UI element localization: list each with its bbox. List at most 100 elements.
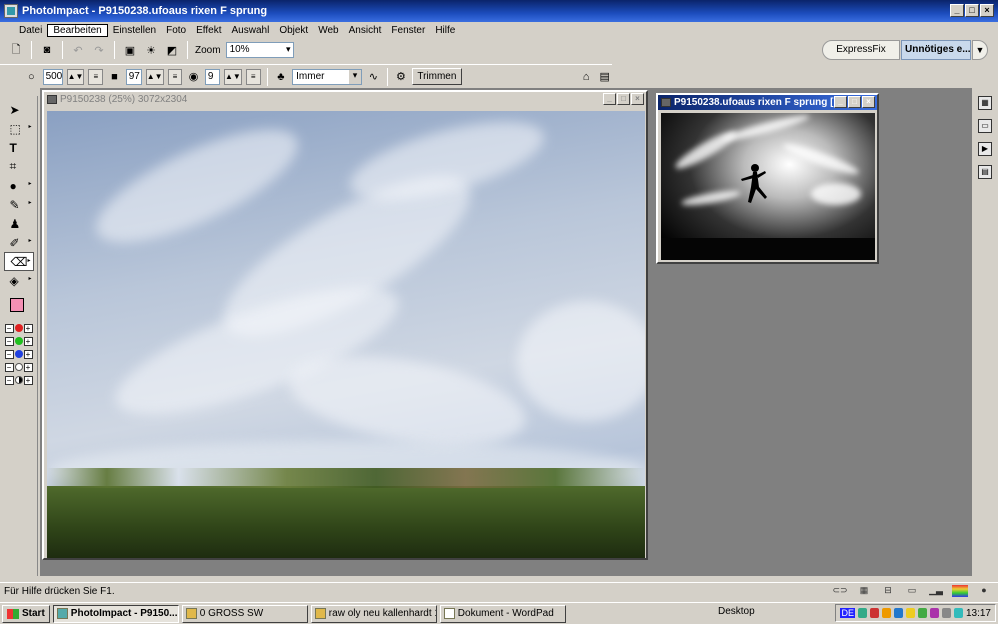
red-channel[interactable]: − + bbox=[4, 323, 33, 333]
foreground-color[interactable] bbox=[9, 298, 24, 312]
menu-foto[interactable]: Foto bbox=[161, 25, 191, 36]
doc2-close-button[interactable]: × bbox=[862, 96, 875, 108]
task-wordpad[interactable]: Dokument - WordPad bbox=[439, 604, 566, 623]
sky-photo-canvas[interactable] bbox=[47, 111, 645, 558]
brightness-channel[interactable]: − + bbox=[4, 362, 33, 372]
redo-icon[interactable]: ↷ bbox=[91, 42, 107, 58]
transparency-spinner[interactable]: ▲▼ bbox=[145, 68, 164, 85]
pen-option-icon[interactable]: ∿ bbox=[366, 69, 381, 85]
info-icon[interactable]: ● bbox=[976, 585, 992, 597]
contrast-channel[interactable]: − + bbox=[4, 375, 33, 385]
size-reset-button[interactable]: ≡ bbox=[88, 68, 104, 85]
bucket-tool-icon[interactable]: ◈ ▸ bbox=[4, 271, 34, 290]
doc-minimize-button[interactable]: _ bbox=[603, 93, 616, 105]
green-channel[interactable]: − + bbox=[4, 336, 33, 346]
size-spinner[interactable]: ▲▼ bbox=[66, 68, 85, 85]
task-folder-gross-sw[interactable]: 0 GROSS SW bbox=[181, 604, 308, 623]
tray-icon[interactable] bbox=[953, 608, 963, 618]
tray-icon[interactable] bbox=[893, 608, 903, 618]
document-window-main[interactable]: P9150238 (25%) 3072x2304 _ □ × bbox=[42, 90, 648, 560]
close-button[interactable]: × bbox=[980, 4, 994, 17]
selection-tool-icon[interactable]: ⬚ ▸ bbox=[4, 119, 34, 138]
doc2-maximize-button[interactable]: □ bbox=[848, 96, 861, 108]
retouch-tool-icon[interactable]: ✐ ▸ bbox=[4, 233, 34, 252]
tray-icon[interactable] bbox=[869, 608, 879, 618]
ruler-icon[interactable]: ▭ bbox=[904, 585, 920, 597]
tray-icon[interactable] bbox=[941, 608, 951, 618]
layers-panel-icon[interactable]: ▦ bbox=[978, 96, 992, 110]
document-window-bw[interactable]: P9150238.ufoaus rixen F sprung [... _ □ … bbox=[656, 93, 879, 264]
expressfix-tab[interactable]: ExpressFix bbox=[822, 40, 900, 60]
options-icon[interactable]: ⚙ bbox=[394, 69, 409, 85]
mode-select[interactable]: Immer bbox=[292, 68, 363, 85]
stamp-tool-icon[interactable]: ♟ bbox=[4, 214, 34, 233]
trim-button[interactable]: Trimmen bbox=[412, 68, 462, 85]
tray-icon[interactable] bbox=[881, 608, 891, 618]
size-input[interactable]: 500 bbox=[42, 68, 63, 85]
soft-edge-reset-button[interactable]: ≡ bbox=[245, 68, 261, 85]
tray-icon[interactable] bbox=[857, 608, 867, 618]
soft-edge-input[interactable]: 9 bbox=[204, 68, 220, 85]
menu-bearbeiten[interactable]: Bearbeiten bbox=[47, 23, 108, 37]
crop-icon[interactable]: ◩ bbox=[164, 42, 180, 58]
blue-channel[interactable]: − + bbox=[4, 349, 33, 359]
channel-icon[interactable]: ♣ bbox=[274, 69, 289, 85]
menu-fenster[interactable]: Fenster bbox=[386, 25, 430, 36]
doc-close-button[interactable]: × bbox=[631, 93, 644, 105]
fill-tool-icon[interactable]: ● ▸ bbox=[4, 176, 34, 195]
brush-shape-icon[interactable]: ○ bbox=[24, 69, 39, 85]
task-photoimpact[interactable]: PhotoImpact - P9150... bbox=[52, 604, 179, 623]
play-panel-icon[interactable]: ▶ bbox=[978, 142, 992, 156]
text-tool-icon[interactable]: T bbox=[4, 138, 34, 157]
menu-objekt[interactable]: Objekt bbox=[274, 25, 313, 36]
paint-brush-icon[interactable]: ✎ ▸ bbox=[4, 195, 34, 214]
brightness-icon[interactable]: ☀ bbox=[143, 42, 159, 58]
new-file-icon[interactable]: 🗋 bbox=[8, 42, 24, 58]
image-properties-icon[interactable]: ▣ bbox=[122, 42, 138, 58]
doc2-minimize-button[interactable]: _ bbox=[834, 96, 847, 108]
undo-icon[interactable]: ↶ bbox=[70, 42, 86, 58]
start-button[interactable]: Start bbox=[2, 604, 50, 623]
easy-palette-icon[interactable]: ▭ bbox=[978, 119, 992, 133]
menu-hilfe[interactable]: Hilfe bbox=[430, 25, 460, 36]
task-folder-raw[interactable]: raw oly neu kallenhardt 1... bbox=[310, 604, 437, 623]
eraser-tool-icon[interactable]: ⌫ ▸ bbox=[3, 252, 34, 271]
transparency-reset-button[interactable]: ≡ bbox=[167, 68, 183, 85]
clock[interactable]: 13:17 bbox=[966, 608, 991, 619]
color-swatches[interactable] bbox=[4, 294, 34, 320]
tray-icon[interactable] bbox=[905, 608, 915, 618]
menu-ansicht[interactable]: Ansicht bbox=[344, 25, 387, 36]
pick-tool-icon[interactable]: ➤ bbox=[4, 100, 34, 119]
photoimpact-app-icon[interactable] bbox=[4, 4, 18, 18]
document-titlebar-active[interactable]: P9150238.ufoaus rixen F sprung [... _ □ … bbox=[658, 95, 877, 110]
panel-icon[interactable]: ▤ bbox=[597, 69, 612, 85]
histogram-icon[interactable]: ▁▃ bbox=[928, 585, 944, 597]
menu-datei[interactable]: Datei bbox=[14, 25, 47, 36]
menu-einstellen[interactable]: Einstellen bbox=[108, 25, 161, 36]
zoom-dropdown[interactable]: 10% bbox=[225, 42, 294, 58]
home-icon[interactable]: ⌂ bbox=[579, 69, 594, 85]
active-mode-tab[interactable]: Unnötiges e... bbox=[901, 40, 971, 60]
mode-dropdown-icon[interactable]: ▼ bbox=[972, 40, 988, 60]
document-panel-icon[interactable]: ▤ bbox=[978, 165, 992, 179]
maximize-button[interactable]: □ bbox=[965, 4, 979, 17]
camera-icon[interactable]: ◙ bbox=[39, 42, 55, 58]
crop-tool-icon[interactable]: ⌗ bbox=[4, 157, 34, 176]
language-indicator[interactable]: DE bbox=[840, 608, 855, 618]
doc-maximize-button[interactable]: □ bbox=[617, 93, 630, 105]
menu-auswahl[interactable]: Auswahl bbox=[227, 25, 275, 36]
color-mode-icon[interactable] bbox=[952, 585, 968, 597]
minimize-button[interactable]: _ bbox=[950, 4, 964, 17]
tray-icon[interactable] bbox=[917, 608, 927, 618]
link-icon[interactable]: ⊂⊃ bbox=[832, 585, 848, 597]
menu-web[interactable]: Web bbox=[313, 25, 343, 36]
grid-icon[interactable]: ▦ bbox=[856, 585, 872, 597]
transparency-input[interactable]: 97 bbox=[125, 68, 142, 85]
desktop-toolbar-label[interactable]: Desktop bbox=[718, 606, 755, 617]
dimension-icon[interactable]: ⊟ bbox=[880, 585, 896, 597]
tray-icon[interactable] bbox=[929, 608, 939, 618]
menu-effekt[interactable]: Effekt bbox=[191, 25, 226, 36]
document-titlebar[interactable]: P9150238 (25%) 3072x2304 _ □ × bbox=[44, 92, 646, 107]
bw-photo-canvas[interactable] bbox=[661, 113, 875, 260]
soft-edge-spinner[interactable]: ▲▼ bbox=[223, 68, 242, 85]
